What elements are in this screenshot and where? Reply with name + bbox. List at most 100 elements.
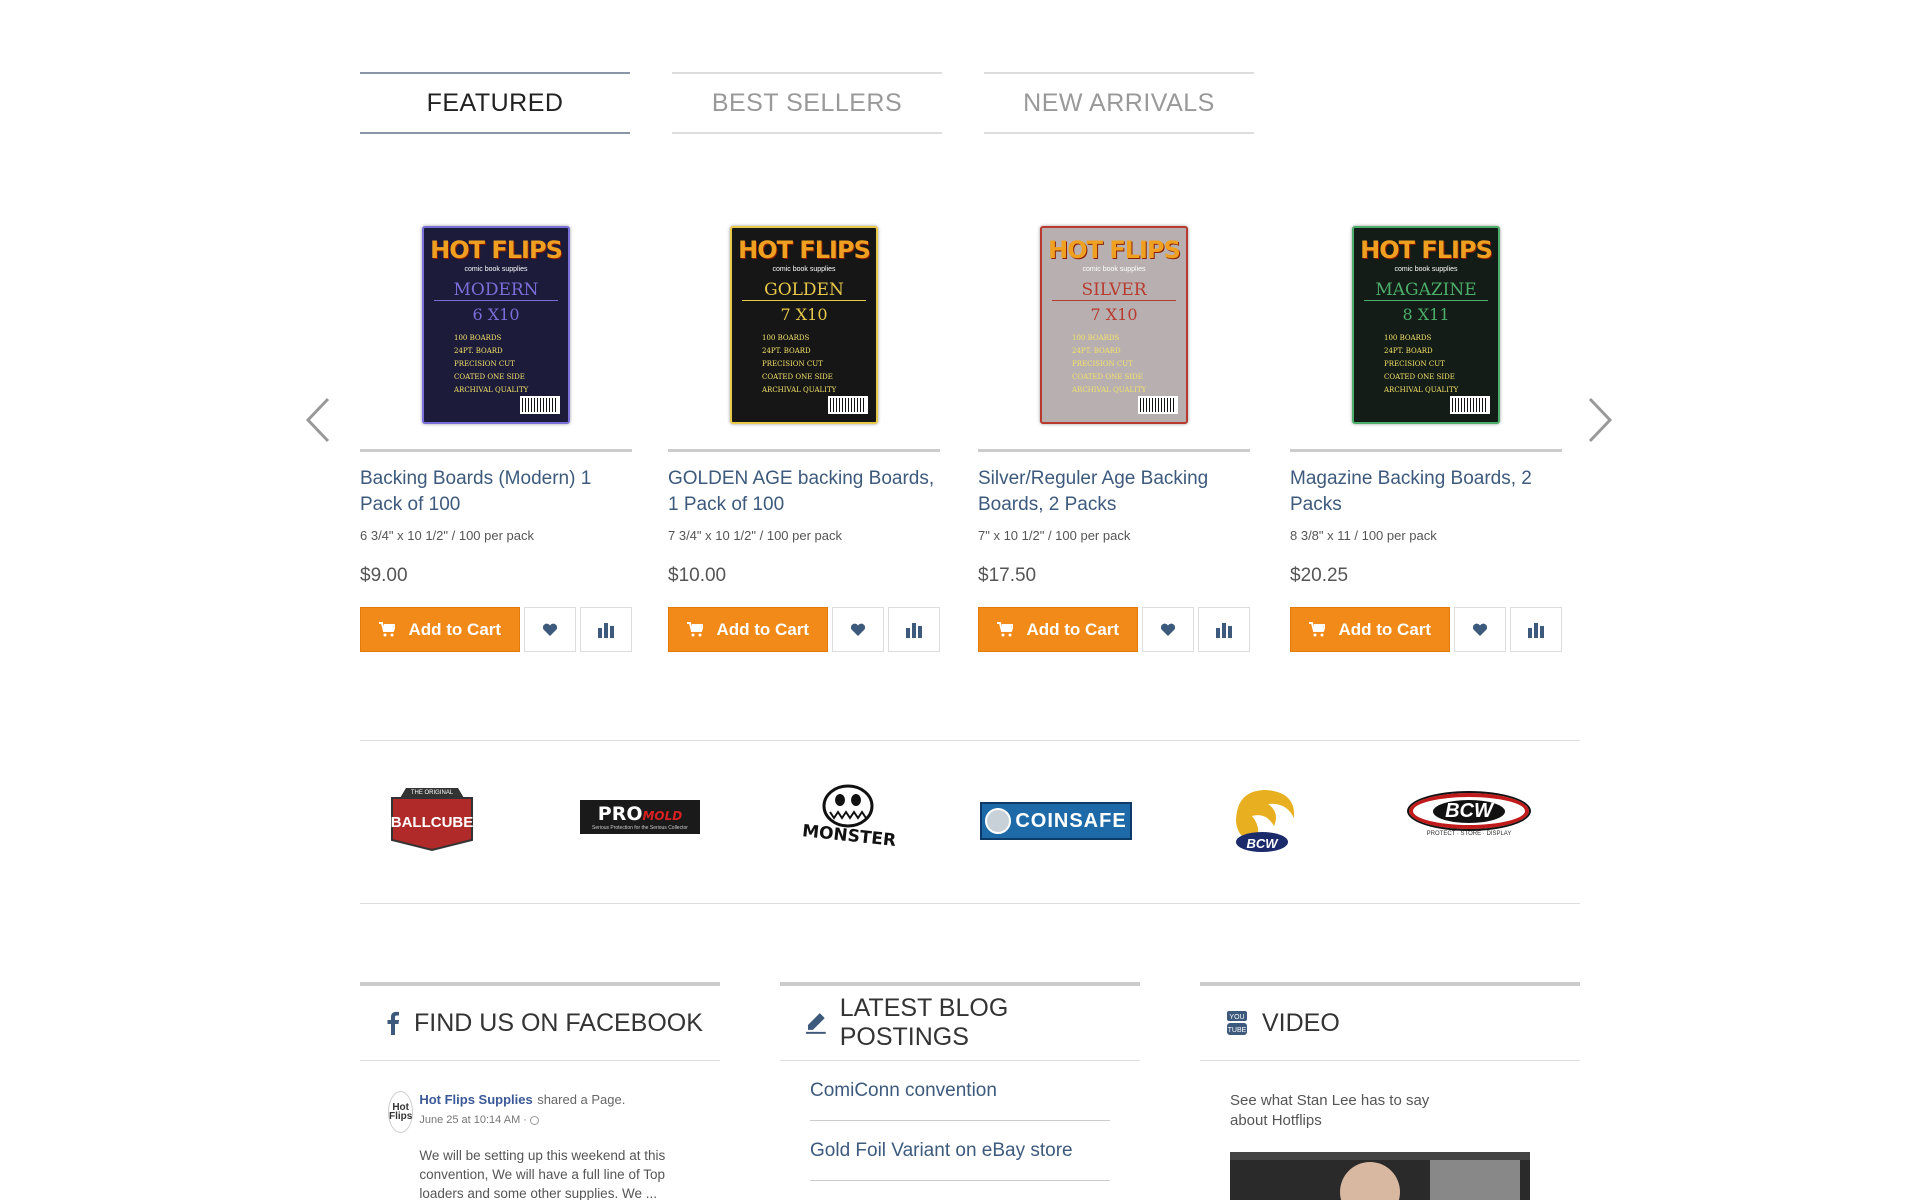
pack-kind: MAGAZINE bbox=[1364, 280, 1488, 301]
pack-feature-line: PRECISION CUT bbox=[1384, 359, 1445, 368]
brand-monster-logo[interactable]: MONSTER bbox=[801, 782, 897, 854]
carousel-next-arrow[interactable] bbox=[1582, 395, 1618, 445]
cart-icon bbox=[996, 622, 1013, 637]
product-name[interactable]: Silver/Reguler Age Backing Boards, 2 Pac… bbox=[978, 466, 1250, 518]
video-heading-text: VIDEO bbox=[1262, 1008, 1340, 1037]
add-to-cart-button[interactable]: Add to Cart bbox=[1290, 607, 1450, 652]
product-name[interactable]: Backing Boards (Modern) 1 Pack of 100 bbox=[360, 466, 632, 518]
compare-button[interactable] bbox=[887, 607, 940, 652]
product-image: HOT FLIPS comic book supplies SILVER 7 X… bbox=[1040, 225, 1188, 424]
brand-coinsafe-logo[interactable]: COINSAFE bbox=[980, 802, 1132, 840]
pack-features: 100 BOARDS 24PT. BOARD PRECISION CUT COATED… bbox=[762, 332, 836, 397]
add-to-cart-button[interactable]: Add to Cart bbox=[360, 607, 520, 652]
product-price: $10.00 bbox=[668, 565, 727, 586]
add-to-cart-label: Add to Cart bbox=[1026, 619, 1120, 639]
pack-feature-line: COATED ONE SIDE bbox=[1384, 372, 1455, 381]
heart-icon bbox=[1472, 623, 1487, 636]
tab-new-arrivals[interactable]: NEW ARRIVALS bbox=[984, 72, 1254, 134]
compare-button[interactable] bbox=[1509, 607, 1562, 652]
compare-button[interactable] bbox=[1197, 607, 1250, 652]
product-card: HOT FLIPS comic book supplies GOLDEN 7 X… bbox=[668, 200, 940, 652]
product-carousel: HOT FLIPS comic book supplies MODERN 6 X… bbox=[360, 200, 1580, 680]
compare-chart-icon bbox=[905, 622, 922, 638]
wishlist-button[interactable] bbox=[831, 607, 884, 652]
product-image-link[interactable]: HOT FLIPS comic book supplies MODERN 6 X… bbox=[360, 200, 632, 452]
add-to-cart-label: Add to Cart bbox=[408, 619, 502, 639]
pack-logo: HOT FLIPS bbox=[1048, 235, 1181, 264]
pack-feature-line: 100 BOARDS bbox=[1384, 333, 1432, 342]
facebook-page-name[interactable]: Hot Flips Supplies bbox=[419, 1092, 532, 1107]
product-image: HOT FLIPS comic book supplies MODERN 6 X… bbox=[422, 225, 570, 424]
brand-promold-name: PRO bbox=[597, 803, 643, 825]
pack-features: 100 BOARDS 24PT. BOARD PRECISION CUT COATED… bbox=[1072, 332, 1146, 397]
pack-logo: HOT FLIPS bbox=[430, 235, 563, 264]
pack-feature-line: PRECISION CUT bbox=[454, 359, 515, 368]
add-to-cart-button[interactable]: Add to Cart bbox=[978, 607, 1138, 652]
facebook-heading-text: FIND US ON FACEBOOK bbox=[414, 1008, 703, 1037]
pack-feature-line: 24PT. BOARD bbox=[1384, 346, 1433, 355]
svg-text:Tube: Tube bbox=[1228, 1027, 1247, 1034]
compare-chart-icon bbox=[597, 622, 614, 638]
add-to-cart-button[interactable]: Add to Cart bbox=[668, 607, 828, 652]
brand-ballcube-logo[interactable]: THE ORIGINAL BALLCUBE bbox=[386, 784, 478, 852]
blog-heading-text: LATEST BLOG POSTINGS bbox=[839, 994, 1009, 1051]
tab-featured[interactable]: FEATURED bbox=[360, 72, 630, 134]
globe-icon bbox=[530, 1115, 540, 1125]
product-actions: Add to Cart bbox=[360, 607, 632, 652]
facebook-post-text: We will be setting up this weekend at th… bbox=[419, 1148, 666, 1200]
product-image-link[interactable]: HOT FLIPS comic book supplies GOLDEN 7 X… bbox=[668, 200, 940, 452]
facebook-post-action: shared a Page. bbox=[537, 1092, 626, 1107]
facebook-page-avatar[interactable]: Hot Flips bbox=[388, 1091, 414, 1133]
compare-button[interactable] bbox=[579, 607, 632, 652]
pack-subtitle: comic book supplies bbox=[464, 265, 528, 273]
facebook-column: FIND US ON FACEBOOK Hot Flips Hot Flips … bbox=[360, 982, 720, 1200]
product-tabs: FEATURED BEST SELLERS NEW ARRIVALS bbox=[360, 72, 1254, 134]
product-name[interactable]: GOLDEN AGE backing Boards, 1 Pack of 100 bbox=[668, 466, 940, 518]
pack-subtitle: comic book supplies bbox=[1082, 265, 1146, 273]
product-actions: Add to Cart bbox=[668, 607, 940, 652]
facebook-heading: FIND US ON FACEBOOK bbox=[360, 986, 720, 1061]
wishlist-button[interactable] bbox=[1141, 607, 1194, 652]
product-card: HOT FLIPS comic book supplies SILVER 7 X… bbox=[978, 200, 1250, 652]
product-image-link[interactable]: HOT FLIPS comic book supplies SILVER 7 X… bbox=[978, 200, 1250, 452]
heart-icon bbox=[1160, 623, 1175, 636]
pack-kind: GOLDEN bbox=[742, 280, 866, 301]
brands-divider-bottom bbox=[360, 903, 1580, 904]
pack-subtitle: comic book supplies bbox=[772, 265, 836, 273]
tab-best-sellers[interactable]: BEST SELLERS bbox=[672, 72, 942, 134]
product-card: HOT FLIPS comic book supplies MAGAZINE 8… bbox=[1290, 200, 1562, 652]
blog-post-link[interactable]: ComiConn convention bbox=[810, 1061, 1110, 1121]
pack-kind: SILVER bbox=[1052, 280, 1176, 301]
brand-promold-logo[interactable]: PROMOLD Serious Protection for the Serio… bbox=[580, 800, 700, 834]
wishlist-button[interactable] bbox=[1453, 607, 1506, 652]
product-spec: 6 3/4" x 10 1/2" / 100 per pack bbox=[360, 528, 535, 543]
pack-feature-line: ARCHIVAL QUALITY bbox=[1384, 385, 1459, 394]
brand-coinsafe-name: COINSAFE bbox=[1015, 809, 1127, 832]
brand-bcw-logo[interactable]: BCW PROTECT · STORE · DISPLAY bbox=[1407, 790, 1531, 840]
barcode-icon bbox=[1450, 395, 1490, 414]
facebook-post-time[interactable]: June 25 at 10:14 AM · bbox=[419, 1114, 527, 1126]
facebook-icon bbox=[387, 1011, 399, 1035]
product-image-link[interactable]: HOT FLIPS comic book supplies MAGAZINE 8… bbox=[1290, 200, 1562, 452]
product-name[interactable]: Magazine Backing Boards, 2 Packs bbox=[1290, 466, 1562, 518]
product-image: HOT FLIPS comic book supplies GOLDEN 7 X… bbox=[730, 225, 878, 424]
pack-size: 8 X11 bbox=[1402, 304, 1450, 324]
pencil-icon bbox=[806, 1013, 826, 1034]
product-actions: Add to Cart bbox=[1290, 607, 1562, 652]
video-player[interactable] bbox=[1230, 1152, 1530, 1200]
product-price: $9.00 bbox=[360, 565, 408, 586]
cart-icon bbox=[378, 622, 395, 637]
blog-heading: LATEST BLOG POSTINGS bbox=[780, 986, 1140, 1061]
carousel-prev-arrow[interactable] bbox=[300, 395, 336, 445]
product-spec: 8 3/8" x 11 / 100 per pack bbox=[1290, 528, 1437, 543]
pack-feature-line: COATED ONE SIDE bbox=[454, 372, 525, 381]
wishlist-button[interactable] bbox=[523, 607, 576, 652]
blog-post-link[interactable]: Gold Foil Variant on eBay store bbox=[810, 1121, 1110, 1181]
pack-feature-line: ARCHIVAL QUALITY bbox=[762, 385, 837, 394]
brand-bcw-dragon-logo[interactable]: BCW bbox=[1216, 782, 1308, 862]
coin-icon bbox=[985, 808, 1012, 834]
product-card: HOT FLIPS comic book supplies MODERN 6 X… bbox=[360, 200, 632, 652]
add-to-cart-label: Add to Cart bbox=[1338, 619, 1432, 639]
chevron-left-icon bbox=[305, 397, 330, 443]
barcode-icon bbox=[828, 395, 868, 414]
